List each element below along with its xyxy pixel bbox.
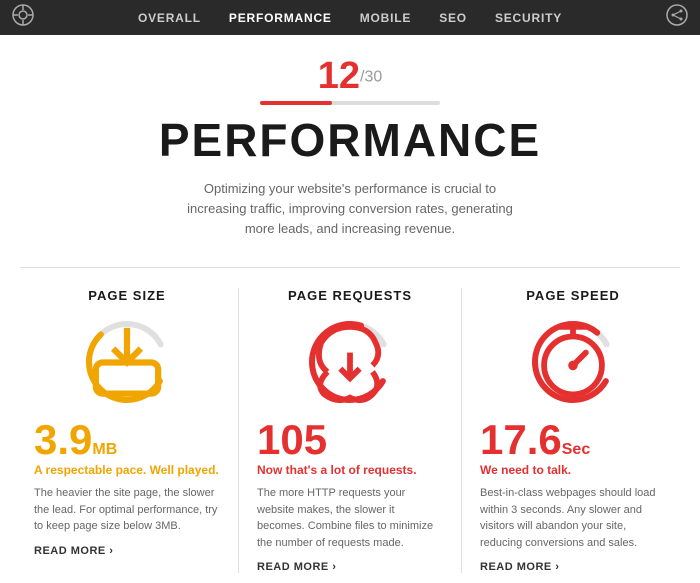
page-requests-value: 105 bbox=[257, 419, 443, 461]
page-speed-icon bbox=[528, 314, 618, 410]
score-bar bbox=[260, 101, 440, 105]
page-requests-card: PAGE REQUESTS 105 Now th bbox=[239, 288, 462, 573]
page-requests-status: Now that's a lot of requests. bbox=[257, 463, 443, 477]
page-speed-card: PAGE SPEED 17.6Sec bbox=[462, 288, 684, 573]
logo-icon[interactable] bbox=[12, 4, 34, 31]
page-size-value: 3.9MB bbox=[34, 419, 220, 461]
score-section: 12/30 PERFORMANCE Optimizing your websit… bbox=[0, 35, 700, 267]
nav-overall[interactable]: OVERALL bbox=[138, 11, 201, 25]
main-nav: OVERALL PERFORMANCE MOBILE SEO SECURITY bbox=[138, 11, 562, 25]
score-display: 12/30 bbox=[20, 57, 680, 95]
nav-performance[interactable]: PERFORMANCE bbox=[229, 11, 332, 25]
page-size-gauge-container bbox=[34, 317, 220, 407]
page-size-gauge bbox=[82, 317, 172, 407]
header: OVERALL PERFORMANCE MOBILE SEO SECURITY bbox=[0, 0, 700, 35]
page-speed-status: We need to talk. bbox=[480, 463, 666, 477]
nav-seo[interactable]: SEO bbox=[439, 11, 467, 25]
page-size-read-more[interactable]: READ MORE bbox=[34, 545, 220, 557]
nav-security[interactable]: SECURITY bbox=[495, 11, 562, 25]
page-speed-title: PAGE SPEED bbox=[480, 288, 666, 303]
share-icon[interactable] bbox=[666, 4, 688, 31]
page-requests-read-more[interactable]: READ MORE bbox=[257, 561, 443, 573]
cards-container: PAGE SIZE 3.9MB A respectable pace. W bbox=[0, 268, 700, 583]
page-speed-value: 17.6Sec bbox=[480, 419, 666, 461]
page-size-status: A respectable pace. Well played. bbox=[34, 463, 220, 477]
page-size-title: PAGE SIZE bbox=[34, 288, 220, 303]
page-description: Optimizing your website's performance is… bbox=[180, 179, 520, 239]
page-size-card: PAGE SIZE 3.9MB A respectable pace. W bbox=[16, 288, 239, 573]
page-requests-desc: The more HTTP requests your website make… bbox=[257, 485, 443, 551]
page-speed-read-more[interactable]: READ MORE bbox=[480, 561, 666, 573]
page-size-icon bbox=[82, 314, 172, 410]
score-total: /30 bbox=[360, 69, 382, 86]
page-requests-gauge-container bbox=[257, 317, 443, 407]
page-speed-gauge bbox=[528, 317, 618, 407]
nav-mobile[interactable]: MOBILE bbox=[360, 11, 411, 25]
page-size-desc: The heavier the site page, the slower th… bbox=[34, 485, 220, 535]
page-requests-gauge bbox=[305, 317, 395, 407]
page-requests-icon bbox=[305, 314, 395, 410]
score-bar-fill bbox=[260, 101, 332, 105]
page-requests-title: PAGE REQUESTS bbox=[257, 288, 443, 303]
page-speed-gauge-container bbox=[480, 317, 666, 407]
page-title: PERFORMANCE bbox=[20, 113, 680, 167]
score-value: 12 bbox=[318, 55, 360, 97]
page-speed-desc: Best-in-class webpages should load withi… bbox=[480, 485, 666, 551]
